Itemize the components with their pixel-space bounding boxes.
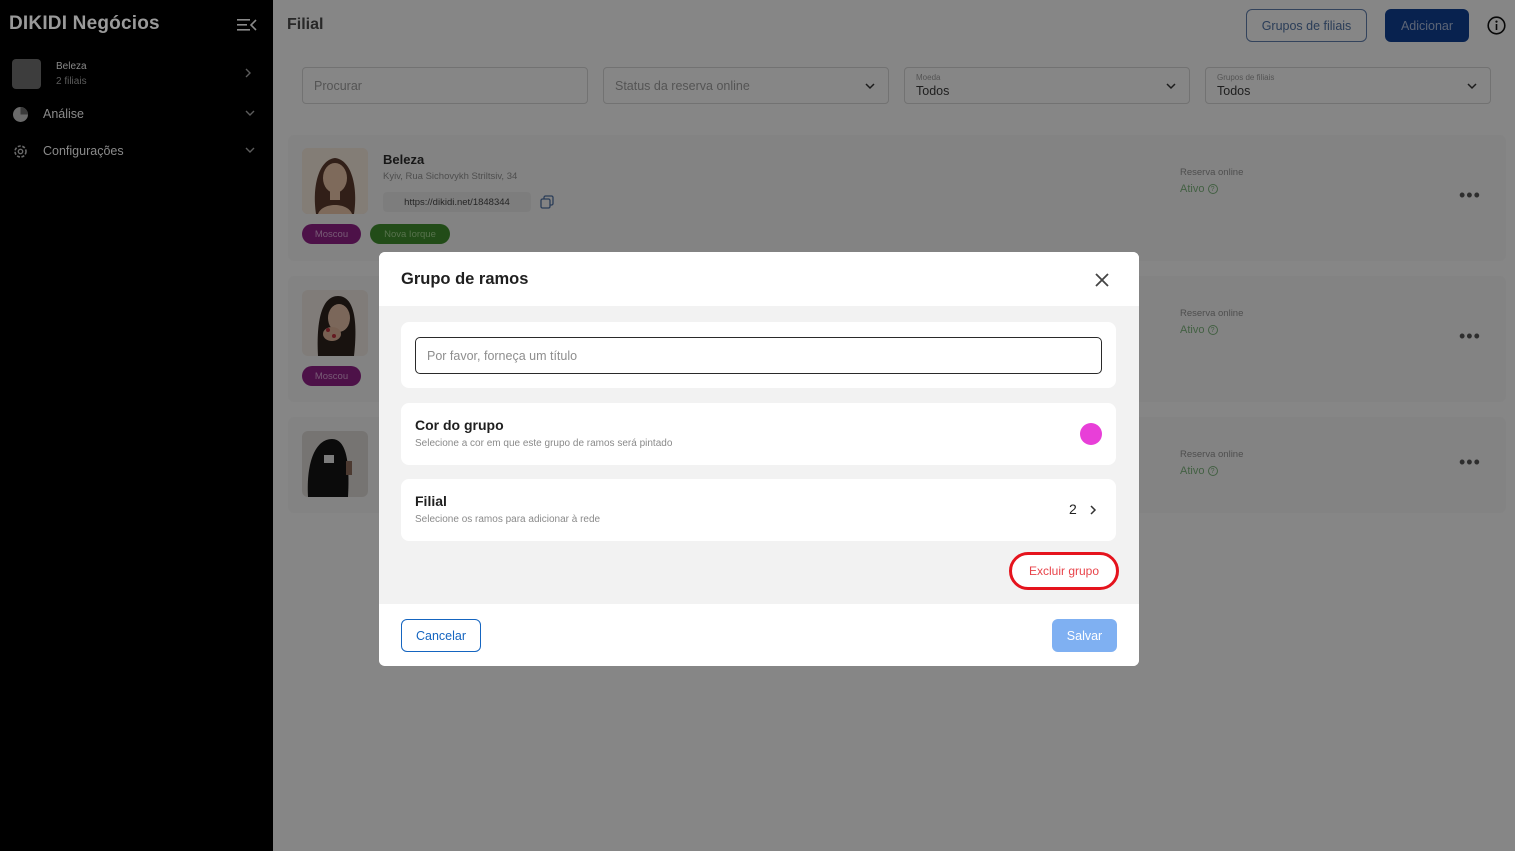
branch-select-subtitle: Selecione os ramos para adicionar à rede [415,514,601,525]
close-icon[interactable] [1093,271,1111,289]
sidebar-item-label: Configurações [43,144,124,158]
company-subtitle: 2 filiais [56,76,87,87]
branch-select-title: Filial [415,493,447,509]
modal-header: Grupo de ramos [379,252,1139,306]
modal-title: Grupo de ramos [401,270,529,288]
company-avatar [12,59,41,89]
title-panel [401,322,1116,388]
group-color-title: Cor do grupo [415,417,504,433]
cancel-button[interactable]: Cancelar [401,619,481,652]
collapse-menu-icon[interactable] [237,17,257,33]
branch-count: 2 [1069,501,1077,517]
gear-icon [14,145,27,158]
sidebar-item-configuracoes[interactable]: Configurações [12,141,262,163]
sidebar-item-label: Análise [43,107,84,121]
chevron-down-icon [245,110,255,116]
brand-logo: DIKIDI Negócios [9,13,160,34]
chevron-right-icon [245,68,251,78]
modal-footer: Cancelar Salvar [379,604,1139,666]
save-button[interactable]: Salvar [1052,619,1117,652]
chevron-right-icon [1090,505,1097,515]
company-name: Beleza [56,61,87,72]
sidebar-item-analise[interactable]: Análise [12,104,262,126]
sidebar: DIKIDI Negócios Beleza 2 filiais Análise… [0,0,273,851]
delete-group-button[interactable]: Excluir grupo [1009,552,1119,590]
group-color-subtitle: Selecione a cor em que este grupo de ram… [415,438,673,449]
chevron-down-icon [245,147,255,153]
group-title-input[interactable] [415,337,1102,374]
pie-chart-icon [13,107,28,122]
group-color-row[interactable]: Cor do grupo Selecione a cor em que este… [401,403,1116,465]
company-switcher[interactable]: Beleza 2 filiais [12,59,262,91]
branch-group-modal: Grupo de ramos Cor do grupo Selecione a … [379,252,1139,666]
branch-select-row[interactable]: Filial Selecione os ramos para adicionar… [401,479,1116,541]
color-swatch[interactable] [1080,423,1102,445]
